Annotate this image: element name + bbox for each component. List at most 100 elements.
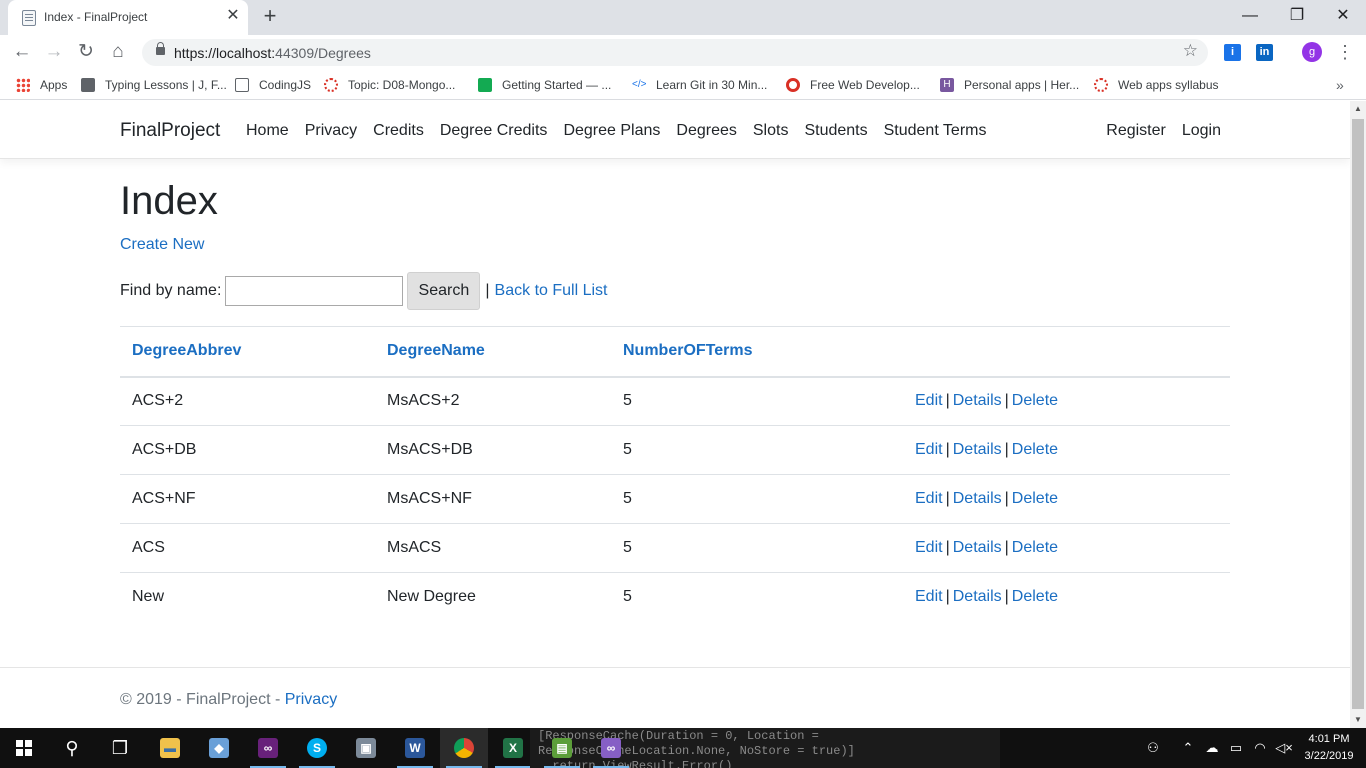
scroll-down-icon[interactable]: ▼ [1350,712,1366,728]
edit-link[interactable]: Edit [915,588,943,605]
nav-link-degree-plans[interactable]: Degree Plans [563,122,660,140]
auth-links: Register Login [1106,122,1221,140]
chart-app-button[interactable]: ▤ [538,728,586,768]
nav-link-student-terms[interactable]: Student Terms [884,122,987,140]
edit-link[interactable]: Edit [915,490,943,507]
address-bar[interactable]: https://localhost:44309/Degrees ☆ [142,39,1208,66]
window-minimize-button[interactable]: — [1235,4,1265,28]
window-maximize-button[interactable]: ❐ [1282,4,1312,28]
cell-number-of-terms: 5 [611,376,903,426]
3d-app-button[interactable]: ◆ [195,728,243,768]
bookmarks-overflow-icon[interactable]: » [1336,77,1344,93]
reload-icon[interactable]: ↻ [73,39,99,65]
show-hidden-icons-icon[interactable]: ⌃ [1178,728,1198,768]
bookmark-star-icon[interactable]: ☆ [1183,41,1198,61]
visual-studio-button[interactable]: ∞ [244,728,292,768]
bookmark-getting-started[interactable]: Getting Started — ... [478,77,611,93]
cell-degree-name: MsACS+DB [375,425,611,475]
bookmark-typing-lessons[interactable]: Typing Lessons | J, F... [81,77,227,93]
bookmark-label: Typing Lessons | J, F... [105,78,227,92]
start-button[interactable] [0,728,48,768]
table-row: ACS+2 MsACS+2 5 Edit | Details | Delete [120,376,1230,426]
people-icon[interactable]: ⚇ [1140,728,1166,768]
battery-icon[interactable]: ▭ [1226,728,1246,768]
bookmark-apps[interactable]: Apps [16,77,67,93]
page-scrollbar[interactable]: ▲ ▼ [1350,101,1366,728]
action-separator: | [945,539,950,556]
bookmark-learn-git[interactable]: </> Learn Git in 30 Min... [632,77,767,93]
delete-link[interactable]: Delete [1012,490,1058,507]
table-row: New New Degree 5 Edit | Details | Delete [120,572,1230,622]
bookmark-free-web-develop[interactable]: Free Web Develop... [786,77,920,93]
delete-link[interactable]: Delete [1012,441,1058,458]
profile-avatar[interactable]: g [1302,42,1322,62]
login-link[interactable]: Login [1182,122,1221,140]
bookmark-label: Getting Started — ... [502,78,612,92]
table-row: ACS+NF MsACS+NF 5 Edit | Details | Delete [120,474,1230,524]
bookmark-codingjs[interactable]: CodingJS [235,77,311,93]
nav-link-degree-credits[interactable]: Degree Credits [440,122,548,140]
search-taskbar-button[interactable]: ⚲ [48,728,96,768]
scroll-up-icon[interactable]: ▲ [1350,101,1366,117]
forward-arrow-icon[interactable]: → [41,39,67,65]
visual-studio-2-button[interactable]: ∞ [587,728,635,768]
back-arrow-icon[interactable]: ← [9,39,35,65]
new-tab-button[interactable]: + [258,4,282,28]
details-link[interactable]: Details [953,588,1002,605]
taskbar-clock[interactable]: 4:01 PM 3/22/2019 [1298,731,1360,765]
browser-tab-active[interactable]: Index - FinalProject ✕ [8,0,248,35]
sort-degree-abbrev-header[interactable]: DegreeAbbrev [120,326,375,378]
nav-link-home[interactable]: Home [246,122,289,140]
nav-link-students[interactable]: Students [804,122,867,140]
url-text[interactable]: https://localhost:44309/Degrees [174,45,371,61]
visual-studio-icon: ∞ [601,738,621,758]
back-to-full-list-link[interactable]: Back to Full List [495,282,608,300]
nav-link-privacy[interactable]: Privacy [305,122,357,140]
details-link[interactable]: Details [953,539,1002,556]
page-icon [235,78,249,92]
edit-link[interactable]: Edit [915,441,943,458]
scroll-thumb[interactable] [1352,119,1364,709]
register-link[interactable]: Register [1106,122,1166,140]
bookmark-personal-apps[interactable]: H Personal apps | Her... [940,77,1079,93]
delete-link[interactable]: Delete [1012,539,1058,556]
bookmark-topic-d08[interactable]: Topic: D08-Mongo... [324,77,455,93]
volume-muted-icon[interactable]: ◁× [1274,728,1294,768]
sort-number-of-terms-header[interactable]: NumberOFTerms [611,326,903,378]
details-link[interactable]: Details [953,392,1002,409]
skype-button[interactable]: S [293,728,341,768]
lock-icon[interactable] [156,42,165,55]
chrome-button[interactable] [440,728,488,768]
sort-degree-name-header[interactable]: DegreeName [375,326,611,378]
cell-actions: Edit | Details | Delete [903,474,1230,524]
wifi-icon[interactable]: ◠ [1250,728,1270,768]
footer-privacy-link[interactable]: Privacy [285,691,337,708]
delete-link[interactable]: Delete [1012,588,1058,605]
delete-link[interactable]: Delete [1012,392,1058,409]
home-icon[interactable]: ⌂ [105,39,131,65]
cell-actions: Edit | Details | Delete [903,523,1230,573]
create-new-link[interactable]: Create New [120,236,204,254]
linkedin-extension-icon[interactable]: in [1256,44,1273,61]
file-explorer-button[interactable]: ▬ [146,728,194,768]
onedrive-icon[interactable]: ☁ [1202,728,1222,768]
info-extension-icon[interactable]: i [1224,44,1241,61]
nav-link-degrees[interactable]: Degrees [676,122,736,140]
edit-link[interactable]: Edit [915,539,943,556]
edit-link[interactable]: Edit [915,392,943,409]
tab-close-icon[interactable]: ✕ [224,7,242,25]
browser-menu-icon[interactable]: ⋮ [1336,40,1354,64]
details-link[interactable]: Details [953,441,1002,458]
bookmark-web-apps-syllabus[interactable]: Web apps syllabus [1094,77,1219,93]
word-button[interactable]: W [391,728,439,768]
search-input[interactable] [225,276,404,306]
nav-link-credits[interactable]: Credits [373,122,424,140]
search-button[interactable]: Search [407,272,481,310]
tab-title: Index - FinalProject [44,10,148,24]
nav-link-slots[interactable]: Slots [753,122,789,140]
details-link[interactable]: Details [953,490,1002,507]
task-view-button[interactable]: ❐ [96,728,144,768]
site-brand-link[interactable]: FinalProject [120,120,220,142]
window-close-button[interactable]: ✕ [1328,4,1358,28]
network-app-button[interactable]: ▣ [342,728,390,768]
